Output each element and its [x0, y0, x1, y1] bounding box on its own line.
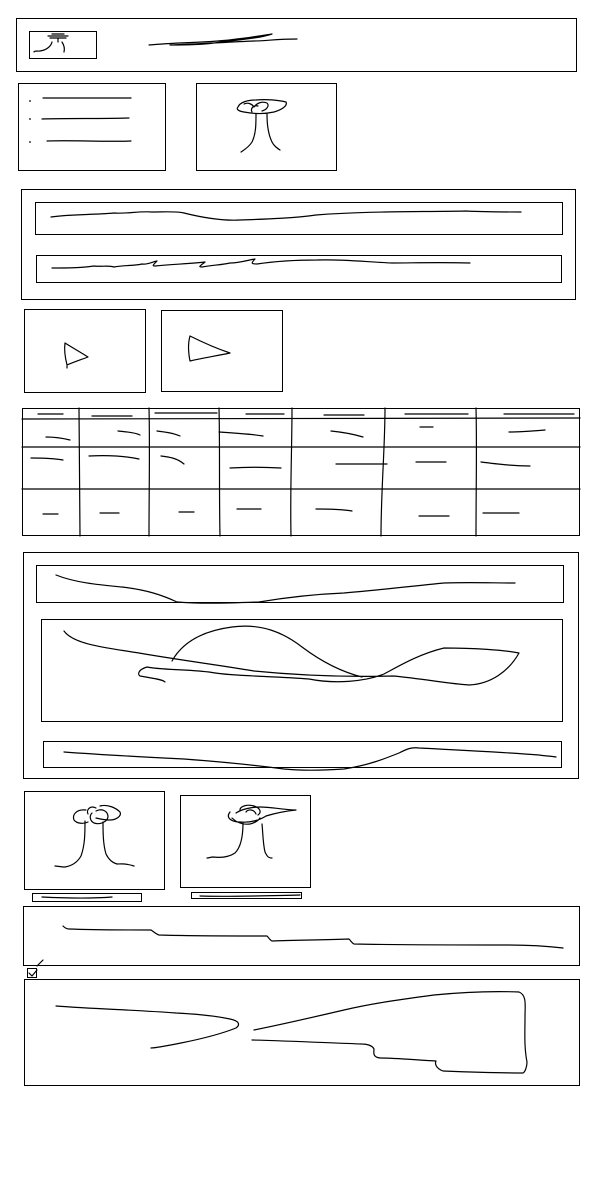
- comment-text-scribble: [55, 991, 528, 1074]
- play-icon: [64, 342, 89, 369]
- table-header-scribbles: [37, 412, 575, 417]
- form-field-1-scribble: [50, 210, 522, 221]
- text-block-scribble: [62, 925, 564, 949]
- table-cell-scribbles: [30, 426, 546, 517]
- gallery-person-hat-icon: [206, 804, 297, 859]
- content-body-scribble: [63, 625, 520, 686]
- table-grid: [21, 407, 581, 537]
- gallery-person-icon: [54, 804, 135, 868]
- sketch-strokes-layer: [21, 33, 581, 1074]
- form-field-2-scribble: [51, 258, 471, 269]
- header-title-scribble: [148, 33, 298, 46]
- nav-list-lines: [29, 97, 132, 143]
- content-heading-scribble: [55, 574, 516, 604]
- gallery-caption-2-scribble: [199, 894, 301, 898]
- play-icon: [187, 335, 231, 362]
- image-card-person-icon: [236, 99, 287, 153]
- header-logo-icon: [33, 33, 69, 53]
- checkbox-check-icon: [28, 959, 44, 977]
- content-footer-scribble: [63, 747, 557, 771]
- gallery-caption-1-scribble: [41, 896, 113, 899]
